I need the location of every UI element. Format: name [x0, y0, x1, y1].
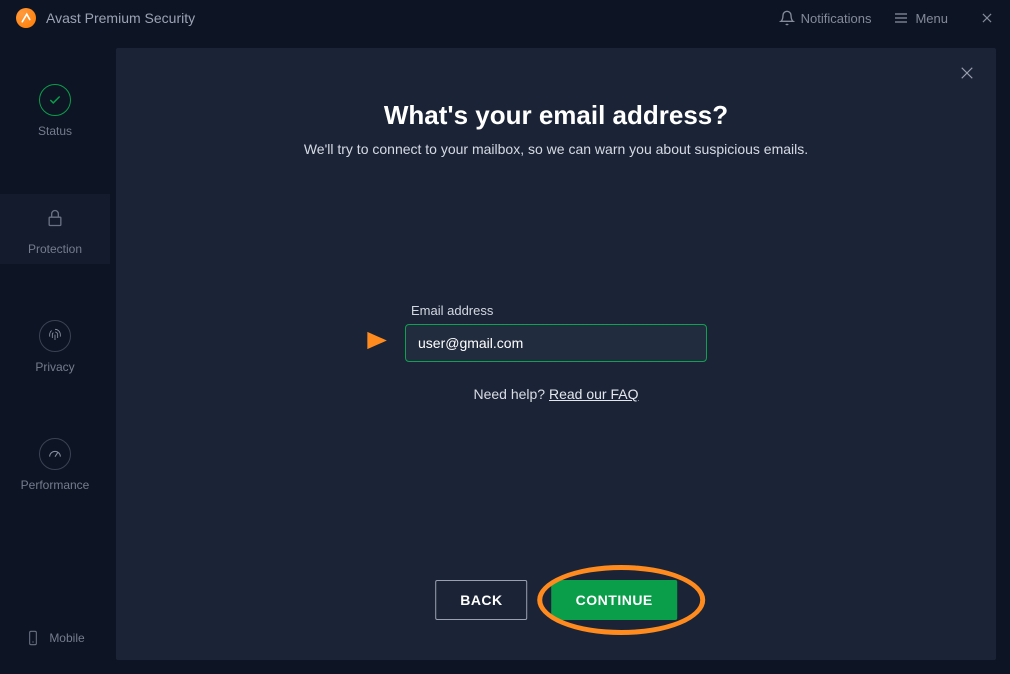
window-close-button[interactable] [980, 11, 994, 25]
sidebar-item-performance[interactable]: Performance [0, 430, 110, 500]
close-icon [958, 64, 976, 82]
sidebar-item-protection[interactable]: Protection [0, 194, 110, 264]
close-icon [980, 11, 994, 25]
help-text: Need help? Read our FAQ [473, 386, 638, 402]
modal-close-button[interactable] [958, 64, 976, 82]
bell-icon [779, 10, 795, 26]
modal-title: What's your email address? [384, 100, 728, 131]
sidebar-item-label: Status [38, 124, 72, 138]
fingerprint-icon [39, 320, 71, 352]
button-row: BACK CONTINUE [435, 580, 677, 620]
avast-logo-icon [20, 12, 32, 24]
sidebar-item-status[interactable]: Status [0, 76, 110, 146]
sidebar-item-mobile[interactable]: Mobile [0, 622, 110, 654]
avast-logo [16, 8, 36, 28]
faq-link[interactable]: Read our FAQ [549, 386, 639, 402]
menu-button[interactable]: Menu [893, 10, 948, 26]
notifications-button[interactable]: Notifications [779, 10, 872, 26]
app-title: Avast Premium Security [46, 10, 779, 26]
status-icon [39, 84, 71, 116]
titlebar: Avast Premium Security Notifications Men… [0, 0, 1010, 36]
sidebar-item-label: Protection [28, 242, 82, 256]
email-field-label: Email address [411, 303, 493, 318]
check-icon [48, 93, 62, 107]
gauge-icon [39, 438, 71, 470]
mobile-icon [25, 630, 41, 646]
annotation-arrow-icon [363, 328, 389, 359]
modal-overlay: What's your email address? We'll try to … [116, 48, 996, 660]
sidebar-item-label: Mobile [49, 631, 84, 645]
back-button[interactable]: BACK [435, 580, 527, 620]
modal-subtitle: We'll try to connect to your mailbox, so… [304, 141, 808, 157]
continue-button[interactable]: CONTINUE [552, 580, 677, 620]
sidebar-item-label: Privacy [35, 360, 74, 374]
lock-icon [39, 202, 71, 234]
sidebar-item-privacy[interactable]: Privacy [0, 312, 110, 382]
hamburger-icon [893, 10, 909, 26]
sidebar-item-label: Performance [21, 478, 90, 492]
email-input[interactable] [405, 324, 707, 362]
sidebar: Status Protection Privacy [0, 36, 110, 674]
